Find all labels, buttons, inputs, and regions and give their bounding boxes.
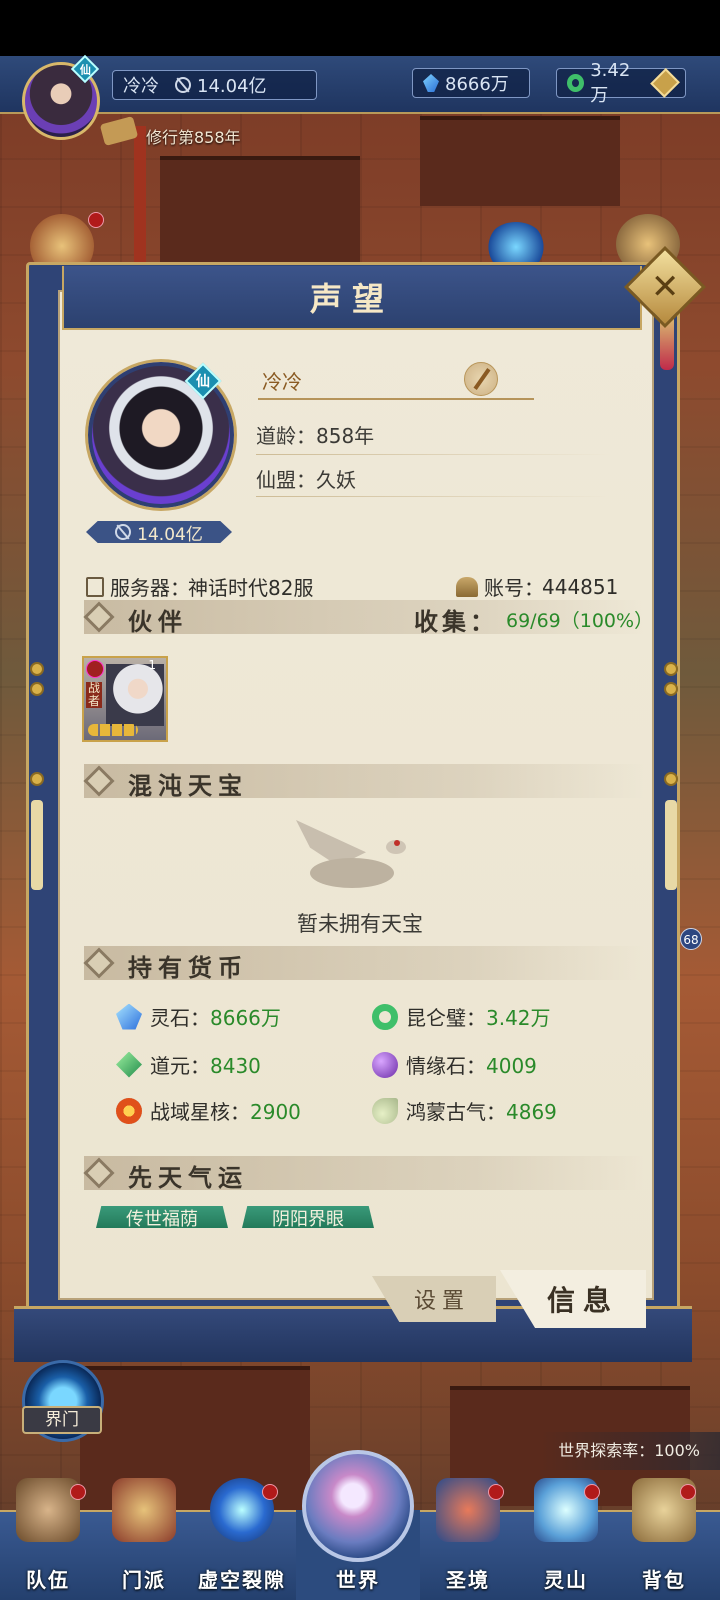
dao-age-label: 道龄： — [256, 424, 316, 448]
spirit-stone-icon — [423, 74, 439, 92]
currency-kunlun-jade: 昆仑璧：3.42万 — [372, 1002, 551, 1031]
player-name-power-pill: 冷冷 14.04亿 — [112, 70, 317, 100]
fortune-section-header: 先天气运 — [83, 1156, 644, 1192]
account-info: 账号： 444851 — [456, 572, 618, 601]
notification-dot — [584, 1484, 600, 1500]
currency-title: 持有货币 — [128, 953, 248, 982]
rail-bead — [30, 772, 44, 786]
notification-dot — [70, 1484, 86, 1500]
partners-title: 伙伴 — [128, 607, 188, 636]
collect-value: 69/69（100%） — [506, 610, 654, 632]
server-info: 服务器： 神话时代82服 — [86, 572, 313, 601]
star-core-icon — [116, 1097, 142, 1124]
dao-yuan-icon — [116, 1051, 142, 1078]
notification-dot — [680, 1484, 696, 1500]
power-icon — [175, 77, 191, 93]
account-label: 账号： — [484, 576, 544, 600]
currency-primordial-qi: 鸿蒙古气：4869 — [372, 1096, 557, 1125]
crane-empty-icon — [290, 820, 410, 910]
jade-value: 3.42万 — [590, 59, 631, 106]
rail-bead — [30, 662, 44, 676]
player-avatar[interactable]: 仙 — [22, 54, 100, 140]
section-diamond-icon — [83, 947, 115, 979]
profile-name-row: 冷冷 — [258, 362, 534, 400]
background-roof — [420, 116, 620, 206]
rail-bead — [664, 772, 678, 786]
close-icon: ✕ — [650, 267, 680, 307]
account-value: 444851 — [542, 574, 619, 599]
server-icon — [86, 576, 104, 597]
currency-dao-yuan: 道元：8430 — [116, 1050, 261, 1079]
profile-name: 冷冷 — [262, 370, 302, 394]
status-bar — [0, 0, 720, 56]
add-currency-icon[interactable] — [649, 68, 680, 98]
profile-power: 14.04亿 — [137, 524, 203, 545]
alliance-value: 久妖 — [316, 468, 356, 492]
treasure-section-header: 混沌天宝 — [83, 764, 644, 800]
alliance: 仙盟：久妖 — [256, 464, 356, 493]
realm-gate-label[interactable]: 界门 — [22, 1406, 102, 1434]
world-explore-rate: 世界探索率：100% — [540, 1432, 720, 1470]
notification-dot — [262, 1484, 278, 1500]
alliance-label: 仙盟： — [256, 468, 316, 492]
rail-tassel — [665, 800, 677, 890]
divider — [256, 454, 612, 455]
dao-age: 道龄：858年 — [256, 420, 374, 449]
server-value: 神话时代82服 — [188, 576, 314, 600]
sect-icon — [112, 1478, 176, 1542]
rail-bead — [664, 682, 678, 696]
profile-power-pill: 14.04亿 — [86, 521, 232, 543]
panel-header: 声望 — [62, 266, 642, 330]
rail-bead — [30, 682, 44, 696]
fortune-title: 先天气运 — [128, 1163, 248, 1192]
partners-section-header: 伙伴 收集： 69/69（100%） — [83, 600, 654, 636]
treasure-empty-text: 暂未拥有天宝 — [297, 912, 423, 936]
fire-element-icon — [86, 660, 104, 678]
section-diamond-icon — [83, 601, 115, 633]
currency-section-header: 持有货币 — [83, 946, 644, 982]
partner-stars — [88, 724, 138, 736]
treasure-title: 混沌天宝 — [128, 771, 248, 800]
partner-card[interactable]: 战者 1 — [82, 656, 168, 742]
player-power: 14.04亿 — [197, 76, 267, 97]
rail-bead — [664, 662, 678, 676]
panel-title: 声望 — [309, 280, 394, 318]
kunlun-jade-icon — [372, 1003, 398, 1030]
notification-dot — [488, 1484, 504, 1500]
collect-label: 收集： — [414, 607, 498, 636]
spirit-stone-counter[interactable]: 8666万 — [412, 68, 530, 98]
partner-level: 1 — [148, 658, 156, 672]
cultivation-year: 修行第858年 — [146, 128, 241, 147]
nav-backpack[interactable]: 背包 — [616, 1472, 712, 1600]
server-label: 服务器： — [110, 576, 190, 600]
nav-sect[interactable]: 门派 — [96, 1472, 192, 1600]
section-diamond-icon — [83, 765, 115, 797]
jade-counter[interactable]: 3.42万 — [556, 60, 686, 106]
fortune-chip[interactable]: 传世福荫 — [96, 1206, 228, 1228]
primordial-qi-icon — [372, 1097, 398, 1124]
power-icon — [115, 524, 132, 540]
spirit-stone-icon — [116, 1003, 142, 1030]
world-orb-icon — [302, 1450, 414, 1562]
currency-star-core: 战域星核：2900 — [116, 1096, 301, 1125]
side-count-badge: 68 — [680, 928, 702, 950]
currency-spirit-stone: 灵石：8666万 — [116, 1002, 281, 1031]
nav-world[interactable]: 世界 — [296, 1450, 420, 1600]
partner-type: 战者 — [86, 681, 102, 708]
fortune-chip[interactable]: 阴阳界眼 — [242, 1206, 374, 1228]
section-diamond-icon — [83, 1157, 115, 1189]
partner-portrait — [106, 664, 164, 726]
currency-love-stone: 情缘石：4009 — [372, 1050, 537, 1079]
rail-tassel — [31, 800, 43, 890]
love-stone-icon — [372, 1051, 398, 1078]
jade-icon — [567, 74, 585, 92]
player-name: 冷冷 — [123, 76, 159, 97]
edit-name-brush-icon[interactable] — [464, 362, 498, 396]
account-icon — [456, 576, 478, 597]
spirit-stone-value: 8666万 — [445, 74, 509, 95]
notification-dot — [88, 212, 104, 228]
dao-age-value: 858年 — [316, 424, 375, 448]
divider — [256, 496, 612, 497]
